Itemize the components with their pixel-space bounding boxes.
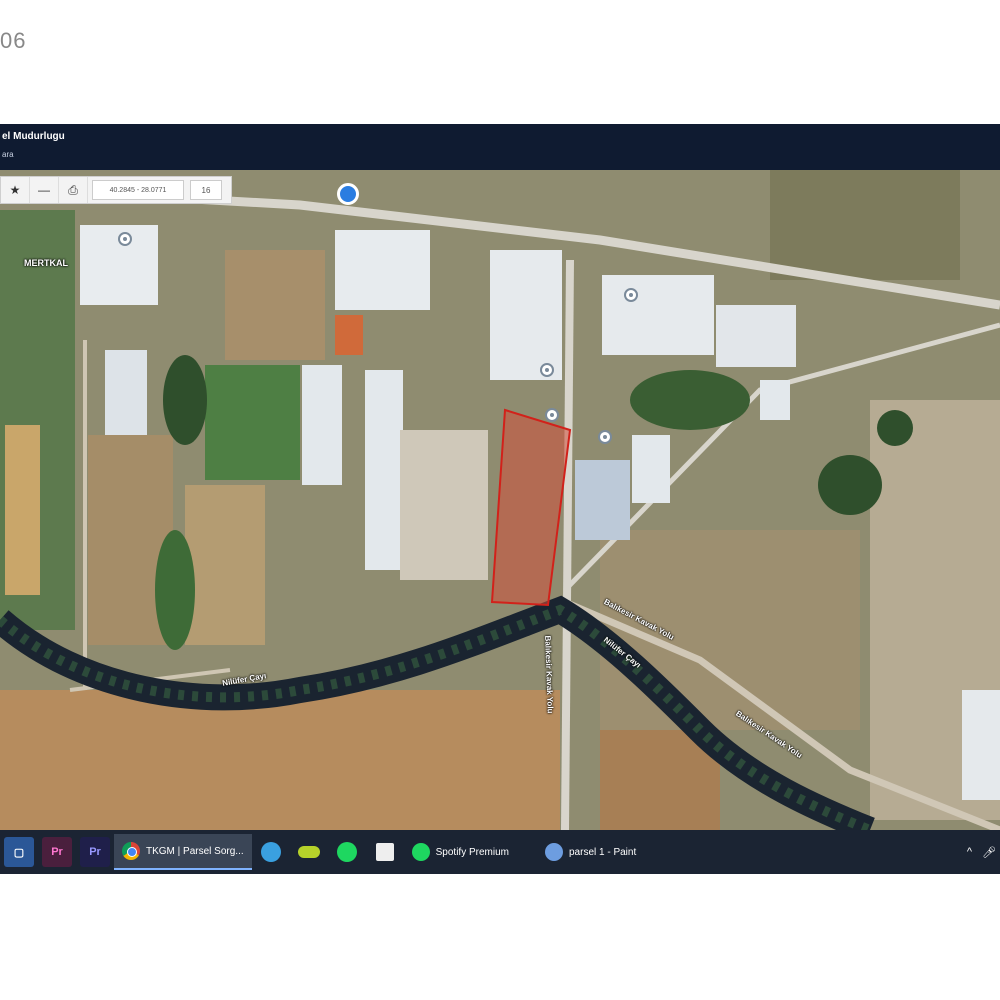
windows-taskbar: ▢ Pr Pr TKGM | Parsel Sorg... Spotify Pr… [0, 830, 1000, 874]
map-imagery [0, 170, 1000, 830]
paint-icon [544, 843, 563, 861]
crop-field-strip [5, 425, 40, 595]
quarry-area [400, 430, 488, 580]
coordinates-readout: 40.2845 - 28.0771 [92, 180, 184, 200]
tree-cluster-5 [155, 530, 195, 650]
place-pin-icon[interactable] [545, 408, 559, 422]
photo-corner-text: 06 [0, 28, 27, 53]
vertical-road [561, 259, 574, 830]
place-pin-icon[interactable] [624, 288, 638, 302]
building-top-center [335, 230, 430, 310]
building-left-small [105, 350, 147, 435]
tree-cluster-4 [877, 410, 913, 446]
tray-chevron-icon[interactable]: ^ [967, 846, 972, 858]
tree-cluster-2 [630, 370, 750, 430]
building-center-block [490, 250, 562, 380]
location-pin-icon[interactable] [337, 183, 359, 205]
place-pin-icon[interactable] [118, 232, 132, 246]
building-right-annex [716, 305, 796, 367]
building-far-small [760, 380, 790, 420]
taskbar-spotify-window[interactable]: Spotify Premium [404, 834, 517, 870]
land-right [600, 530, 860, 730]
system-tray: ^ 🎤︎ [967, 846, 1000, 859]
chrome-icon [122, 842, 140, 860]
place-pin-icon[interactable] [540, 363, 554, 377]
tan-field [185, 485, 265, 645]
land-top-right [770, 170, 960, 280]
building-long-2 [365, 370, 403, 570]
building-red-roof [335, 315, 363, 355]
spotify-icon[interactable] [332, 837, 362, 867]
satellite-map[interactable]: ★ — ⎙ 40.2845 - 28.0771 16 MERTKAL Nilüf… [0, 170, 1000, 830]
taskbar-chrome-window[interactable]: TKGM | Parsel Sorg... [114, 834, 252, 870]
field-upper [225, 250, 325, 360]
microphone-icon[interactable]: 🎤︎ [982, 846, 996, 859]
app-subtitle: ara [2, 150, 14, 159]
monitor-screen: el Mudurlugu ara ★ — ⎙ 40.2845 - 28.0771… [0, 124, 1000, 874]
app-icon-blue[interactable]: ▢ [4, 837, 34, 867]
app-title: el Mudurlugu [2, 131, 65, 142]
premiere-icon[interactable]: Pr [42, 837, 72, 867]
app-icon-stack[interactable] [294, 837, 324, 867]
premiere-pro-icon[interactable]: Pr [80, 837, 110, 867]
app-icon-circle[interactable] [256, 837, 286, 867]
tree-cluster-3 [818, 455, 882, 515]
tree-cluster-1 [163, 355, 207, 445]
app-icon-square[interactable] [370, 837, 400, 867]
star-icon[interactable]: ★ [1, 177, 30, 203]
paint-window-label: parsel 1 - Paint [568, 846, 637, 858]
building-bottom-right [962, 690, 1000, 800]
green-field-center [205, 365, 300, 480]
app-header: el Mudurlugu ara [0, 124, 1000, 170]
building-blue-roof [575, 460, 630, 540]
minus-icon[interactable]: — [30, 177, 59, 203]
place-label-mertkal: MERTKAL [24, 258, 68, 268]
building-right-small [632, 435, 670, 503]
chrome-window-label: TKGM | Parsel Sorg... [146, 845, 244, 857]
farmland-bottom [0, 690, 560, 830]
place-pin-icon[interactable] [598, 430, 612, 444]
zoom-level-field[interactable]: 16 [190, 180, 222, 200]
building-right-block [602, 275, 714, 355]
taskbar-paint-window[interactable]: parsel 1 - Paint [537, 834, 644, 870]
map-toolbar: ★ — ⎙ 40.2845 - 28.0771 16 [0, 176, 232, 204]
spotify-window-icon [411, 843, 430, 861]
building-long-1 [302, 365, 342, 485]
spotify-window-label: Spotify Premium [435, 846, 509, 858]
printer-icon[interactable]: ⎙ [59, 177, 88, 203]
